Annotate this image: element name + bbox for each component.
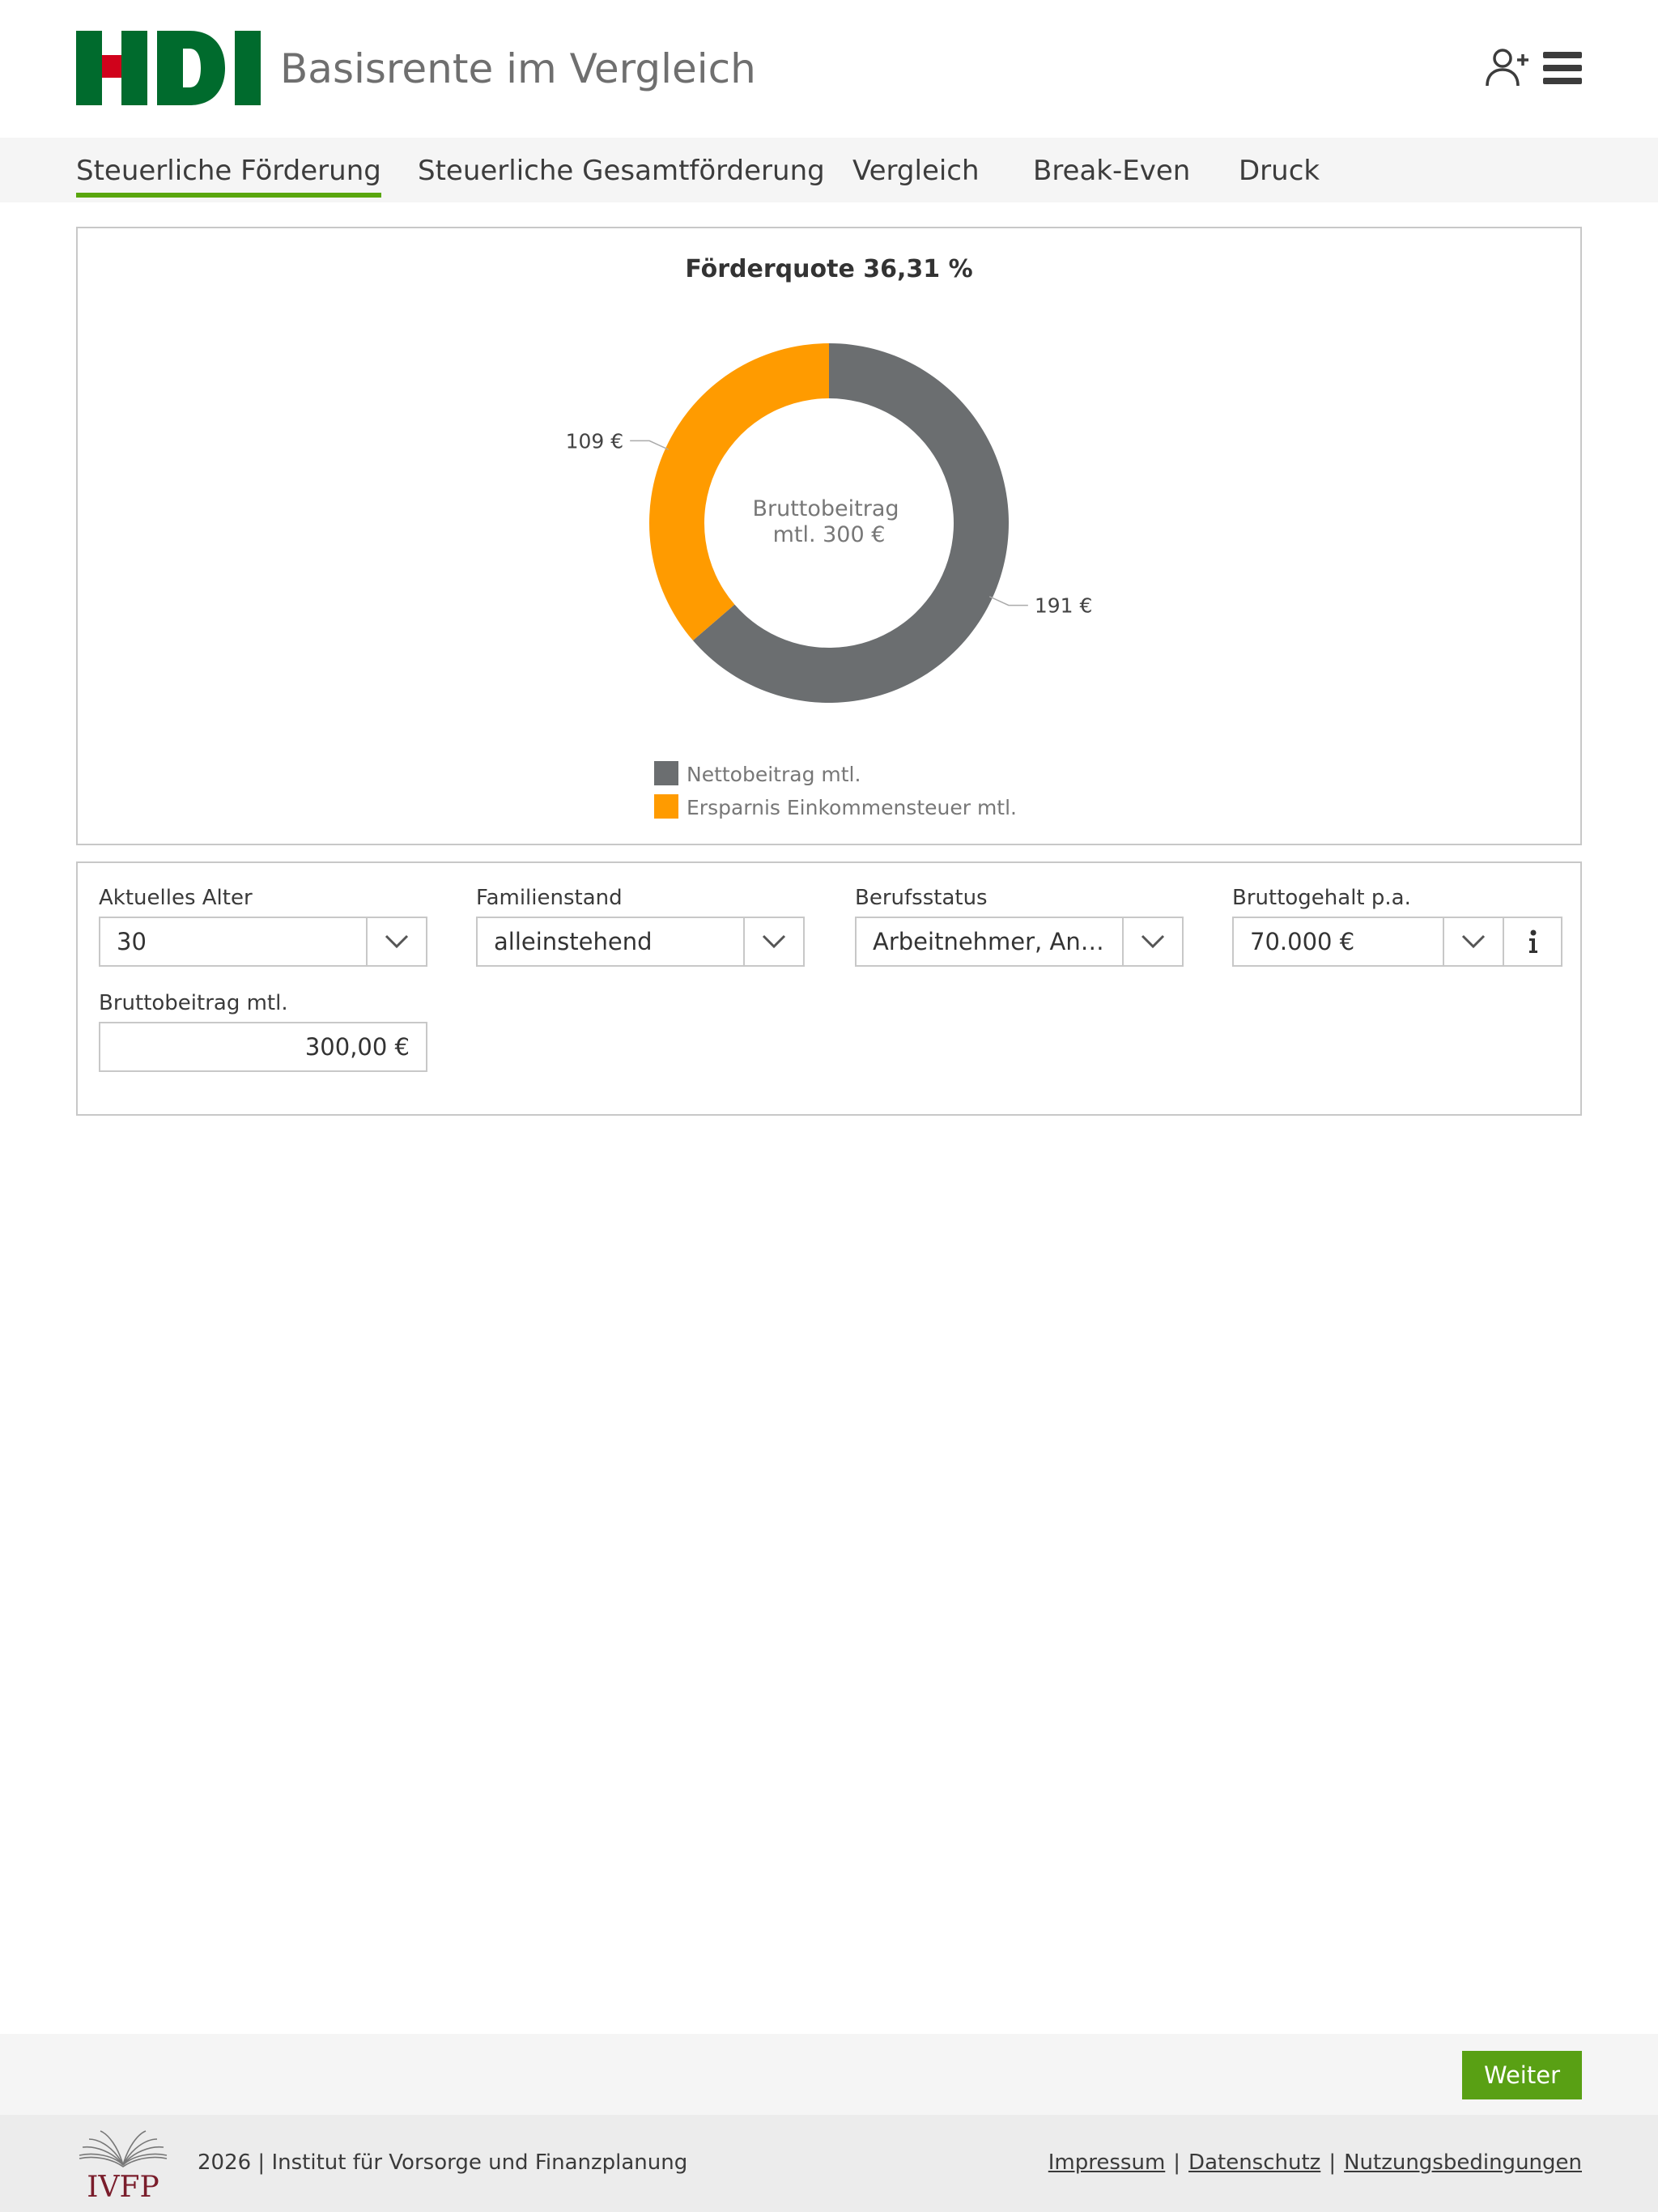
hamburger-menu-icon[interactable] — [1543, 50, 1582, 86]
slice-label-0: 191 € — [1035, 594, 1093, 618]
familienstand-select[interactable]: alleinstehend — [476, 917, 805, 967]
input-panel: Aktuelles Alter 30 Familienstand alleins… — [76, 861, 1582, 1116]
berufsstatus-label: Berufsstatus — [855, 886, 988, 910]
alter-dropdown-button[interactable] — [366, 918, 426, 965]
alter-value: 30 — [117, 928, 147, 955]
legend-label-0[interactable]: Nettobeitrag mtl. — [687, 763, 861, 786]
bruttobeitrag-input[interactable]: 300,00 € — [99, 1022, 427, 1072]
bruttogehalt-label: Bruttogehalt p.a. — [1232, 886, 1411, 910]
app-title: Basisrente im Vergleich — [280, 45, 756, 92]
chart-title: Förderquote 36,31 % — [685, 255, 972, 283]
nutzungsbedingungen-link[interactable]: Nutzungsbedingungen — [1344, 2150, 1582, 2175]
legend-swatch-1 — [654, 794, 678, 819]
chevron-down-icon — [1461, 934, 1486, 949]
berufsstatus-value: Arbeitnehmer, Ange... — [873, 928, 1104, 955]
center-label-line1: Bruttobeitrag — [752, 496, 899, 521]
datenschutz-link[interactable]: Datenschutz — [1188, 2150, 1320, 2175]
tab-druck[interactable]: Druck — [1239, 151, 1320, 191]
alter-select[interactable]: 30 — [99, 917, 427, 967]
familienstand-value: alleinstehend — [494, 928, 653, 955]
slice-leader-line-0 — [988, 596, 1028, 606]
tab-steuerliche-foerderung[interactable]: Steuerliche Förderung — [76, 151, 381, 198]
chevron-down-icon — [762, 934, 786, 949]
link-separator: | — [1329, 2150, 1337, 2175]
bruttogehalt-value: 70.000 € — [1250, 928, 1355, 955]
legend-label-1[interactable]: Ersparnis Einkommensteuer mtl. — [687, 796, 1017, 819]
tab-bar: Steuerliche Förderung Steuerliche Gesamt… — [0, 138, 1658, 202]
bruttogehalt-dropdown-button[interactable] — [1443, 918, 1503, 965]
page-footer: IVFP 2026 | Institut für Vorsorge und Fi… — [0, 2115, 1658, 2212]
hdi-logo — [76, 31, 261, 105]
footer-links: Impressum | Datenschutz | Nutzungsbedingunge… — [1048, 2149, 1582, 2176]
slice-label-1: 109 € — [566, 429, 624, 453]
ivfp-logo-text: IVFP — [87, 2171, 159, 2204]
berufsstatus-dropdown-button[interactable] — [1122, 918, 1182, 965]
tab-steuerliche-gesamtfoerderung[interactable]: Steuerliche Gesamtförderung — [418, 151, 825, 191]
bruttogehalt-select[interactable]: 70.000 € — [1232, 917, 1562, 967]
chart-panel: Förderquote 36,31 % 191 € 109 € Bruttobei… — [76, 227, 1582, 845]
alter-label: Aktuelles Alter — [99, 886, 253, 910]
tab-break-even[interactable]: Break-Even — [1033, 151, 1190, 191]
legend-swatch-0 — [654, 761, 678, 785]
bruttobeitrag-label: Bruttobeitrag mtl. — [99, 991, 288, 1015]
familienstand-dropdown-button[interactable] — [743, 918, 803, 965]
action-bar: Weiter — [0, 2034, 1658, 2115]
link-separator: | — [1173, 2150, 1181, 2175]
donut-chart: Förderquote 36,31 % 191 € 109 € Bruttobei… — [566, 255, 1093, 819]
impressum-link[interactable]: Impressum — [1048, 2150, 1166, 2175]
familienstand-label: Familienstand — [476, 886, 623, 910]
donut-slice-1[interactable] — [649, 343, 829, 641]
slice-leader-line-1 — [630, 440, 670, 450]
info-icon — [1529, 929, 1537, 953]
add-user-icon[interactable] — [1485, 47, 1530, 89]
chevron-down-icon — [385, 934, 409, 949]
tab-vergleich[interactable]: Vergleich — [852, 151, 980, 191]
copyright-text: 2026 | Institut für Vorsorge und Finanzp… — [198, 2150, 688, 2175]
bruttogehalt-info-button[interactable] — [1503, 918, 1562, 965]
chevron-down-icon — [1141, 934, 1165, 949]
center-label-line2: mtl. 300 € — [773, 522, 886, 547]
berufsstatus-select[interactable]: Arbeitnehmer, Ange... — [855, 917, 1184, 967]
app-header: Basisrente im Vergleich — [0, 0, 1658, 138]
weiter-button[interactable]: Weiter — [1462, 2051, 1582, 2099]
